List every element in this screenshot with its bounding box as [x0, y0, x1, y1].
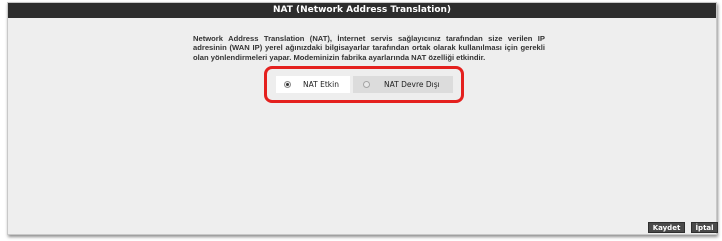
save-button[interactable]: Kaydet: [648, 222, 685, 233]
nat-disabled-option[interactable]: NAT Devre Dışı: [353, 76, 453, 93]
nat-enabled-label[interactable]: NAT Etkin: [303, 80, 339, 89]
nat-settings-panel: NAT (Network Address Translation) Networ…: [7, 2, 717, 235]
cancel-button[interactable]: İptal: [691, 222, 718, 233]
nat-disabled-label[interactable]: NAT Devre Dışı: [384, 80, 440, 89]
panel-title: NAT (Network Address Translation): [8, 3, 716, 18]
nat-description: Network Address Translation (NAT), İnter…: [193, 34, 545, 62]
nat-enabled-option[interactable]: NAT Etkin: [276, 76, 350, 93]
nat-disabled-radio[interactable]: [363, 81, 370, 88]
nat-enabled-radio[interactable]: [284, 81, 291, 88]
